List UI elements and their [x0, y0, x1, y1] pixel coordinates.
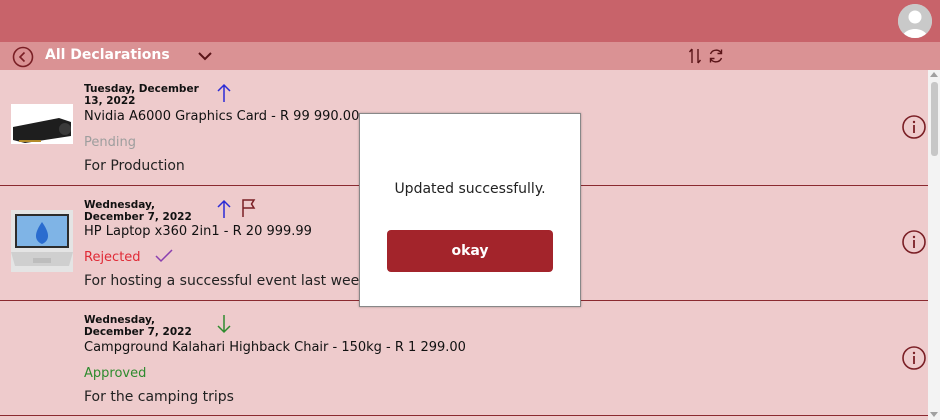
okay-button[interactable]: okay [387, 230, 553, 272]
top-bar [0, 0, 940, 42]
arrow-down-icon [216, 314, 232, 338]
list-item[interactable]: Wednesday, December 7, 2022 Campground K… [0, 300, 928, 416]
status-badge: Pending [84, 135, 136, 150]
arrow-up-icon [216, 83, 232, 107]
user-avatar-icon[interactable] [898, 4, 932, 38]
declaration-title: Nvidia A6000 Graphics Card - R 99 990.00 [84, 109, 360, 124]
info-icon[interactable] [902, 230, 926, 254]
declaration-reason: For Production [84, 158, 185, 174]
sort-icon[interactable] [688, 47, 702, 65]
scroll-up-arrow-icon[interactable] [930, 72, 938, 77]
declaration-date: Tuesday, December 13, 2022 [84, 83, 199, 107]
graphics-card-thumbnail [11, 94, 73, 156]
chevron-down-icon[interactable] [196, 48, 214, 64]
dialog-message: Updated successfully. [394, 181, 546, 197]
info-icon[interactable] [902, 346, 926, 370]
declaration-title: HP Laptop x360 2in1 - R 20 999.99 [84, 224, 312, 239]
refresh-icon[interactable] [706, 47, 726, 65]
flag-icon[interactable] [240, 198, 258, 222]
status-badge: Approved [84, 366, 147, 381]
success-dialog: Updated successfully. okay [359, 113, 581, 307]
declaration-date: Wednesday, December 7, 2022 [84, 199, 192, 223]
status-badge: Rejected [84, 250, 141, 265]
laptop-thumbnail [11, 210, 73, 272]
scrollbar-thumb[interactable] [931, 82, 938, 156]
scroll-down-arrow-icon[interactable] [930, 412, 938, 417]
scrollbar[interactable] [928, 70, 940, 420]
declaration-reason: For the camping trips [84, 389, 234, 405]
declaration-date: Wednesday, December 7, 2022 [84, 314, 192, 338]
checkmark-icon [155, 248, 173, 268]
page-title: All Declarations [45, 47, 170, 63]
back-circle-icon[interactable] [12, 46, 34, 68]
declaration-title: Campground Kalahari Highback Chair - 150… [84, 340, 466, 355]
navigation-bar: All Declarations [0, 42, 940, 70]
arrow-up-icon [216, 199, 232, 223]
declaration-reason: For hosting a successful event last week… [84, 273, 372, 289]
info-icon[interactable] [902, 115, 926, 139]
